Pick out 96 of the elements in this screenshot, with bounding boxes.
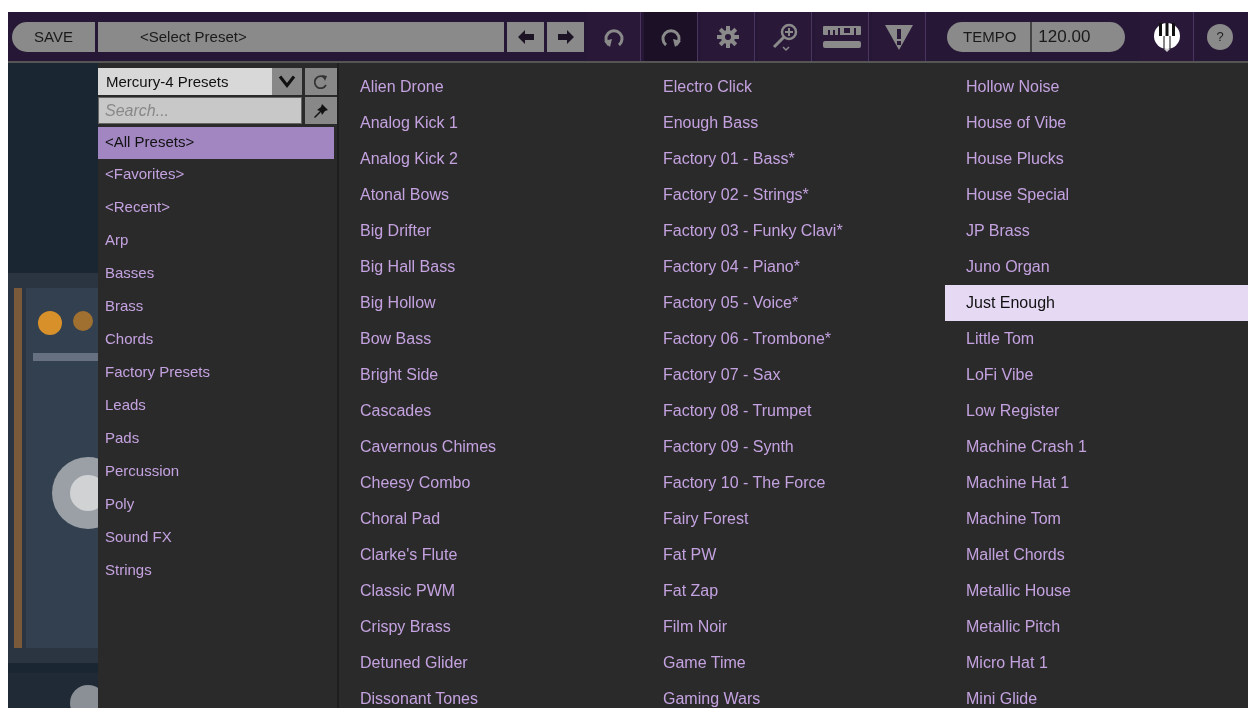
category-item[interactable]: <Recent>	[98, 192, 337, 225]
preset-item[interactable]: Classic PWM	[339, 573, 642, 609]
preset-item[interactable]: Fat Zap	[642, 573, 945, 609]
preset-item[interactable]: Machine Tom	[945, 501, 1248, 537]
category-item[interactable]: <All Presets>	[98, 127, 334, 159]
preset-item[interactable]: Big Hall Bass	[339, 249, 642, 285]
preset-item[interactable]: Just Enough	[945, 285, 1248, 321]
tempo-field[interactable]: 120.00	[1032, 26, 1091, 47]
category-item[interactable]: Leads	[98, 390, 337, 423]
category-item[interactable]: Pads	[98, 423, 337, 456]
preset-item[interactable]: Fairy Forest	[642, 501, 945, 537]
category-item[interactable]: <Favorites>	[98, 159, 337, 192]
preset-item[interactable]: Factory 02 - Strings*	[642, 177, 945, 213]
preset-item[interactable]: Micro Hat 1	[945, 645, 1248, 681]
category-item[interactable]: Factory Presets	[98, 357, 337, 390]
preset-item[interactable]: Factory 05 - Voice*	[642, 285, 945, 321]
settings-icon	[715, 24, 740, 49]
search-field[interactable]: Search...	[98, 97, 302, 124]
preset-item[interactable]: Factory 10 - The Force	[642, 465, 945, 501]
preset-item[interactable]: Alien Drone	[339, 69, 642, 105]
preset-item[interactable]: Mallet Chords	[945, 537, 1248, 573]
preset-item[interactable]: Cascades	[339, 393, 642, 429]
preset-item[interactable]: Mini Glide	[945, 681, 1248, 708]
preset-item[interactable]: Cavernous Chimes	[339, 429, 642, 465]
category-item[interactable]: Brass	[98, 291, 337, 324]
refresh-icon	[314, 73, 328, 90]
preset-item[interactable]: Machine Hat 1	[945, 465, 1248, 501]
preset-item[interactable]: House of Vibe	[945, 105, 1248, 141]
preset-item[interactable]: Factory 01 - Bass*	[642, 141, 945, 177]
preset-item[interactable]: Film Noir	[642, 609, 945, 645]
preset-item[interactable]: Factory 08 - Trumpet	[642, 393, 945, 429]
warning-icon	[883, 22, 914, 51]
preset-item[interactable]: Factory 09 - Synth	[642, 429, 945, 465]
category-item[interactable]: Arp	[98, 225, 337, 258]
category-item[interactable]: Basses	[98, 258, 337, 291]
preset-field[interactable]: <Select Preset>	[98, 21, 504, 52]
preset-item[interactable]: House Plucks	[945, 141, 1248, 177]
preset-item[interactable]: Little Tom	[945, 321, 1248, 357]
category-item[interactable]: Chords	[98, 324, 337, 357]
warning-button[interactable]	[872, 12, 926, 61]
help-button[interactable]: ?	[1207, 23, 1233, 50]
bank-name: Mercury-4 Presets	[105, 73, 229, 90]
previous-button[interactable]	[507, 21, 544, 52]
preset-item[interactable]: Big Hollow	[339, 285, 642, 321]
preset-item[interactable]: House Special	[945, 177, 1248, 213]
category-item[interactable]: Percussion	[98, 456, 337, 489]
midi-button[interactable]	[815, 12, 869, 61]
category-item[interactable]: Poly	[98, 489, 337, 522]
zoom-button[interactable]	[758, 12, 812, 61]
preset-item[interactable]: LoFi Vibe	[945, 357, 1248, 393]
preset-item[interactable]: Hollow Noise	[945, 69, 1248, 105]
preset-item[interactable]: Analog Kick 1	[339, 105, 642, 141]
preset-item[interactable]: Electro Click	[642, 69, 945, 105]
settings-button[interactable]	[701, 12, 755, 61]
preset-item[interactable]: Cheesy Combo	[339, 465, 642, 501]
preset-item[interactable]: Factory 04 - Piano*	[642, 249, 945, 285]
redo-button[interactable]	[644, 12, 698, 61]
preset-item[interactable]: Factory 07 - Sax	[642, 357, 945, 393]
category-item[interactable]: Sound FX	[98, 522, 337, 555]
preset-item[interactable]: Clarke's Flute	[339, 537, 642, 573]
preset-item[interactable]: Analog Kick 2	[339, 141, 642, 177]
preset-item[interactable]: Crispy Brass	[339, 609, 642, 645]
preset-item[interactable]: Atonal Bows	[339, 177, 642, 213]
category-item[interactable]: Strings	[98, 555, 337, 588]
preset-item[interactable]: Gaming Wars	[642, 681, 945, 708]
preset-item[interactable]: Choral Pad	[339, 501, 642, 537]
preset-item[interactable]: Dissonant Tones	[339, 681, 642, 708]
next-button[interactable]	[547, 21, 584, 52]
chevron-down-icon	[272, 68, 302, 95]
arrow-right-icon	[557, 29, 574, 44]
preset-item[interactable]: Game Time	[642, 645, 945, 681]
tempo-label: TEMPO	[947, 21, 1033, 52]
preset-item[interactable]: Big Drifter	[339, 213, 642, 249]
piano-keys-icon	[1151, 20, 1182, 53]
preset-item[interactable]: Bow Bass	[339, 321, 642, 357]
preset-item[interactable]: Enough Bass	[642, 105, 945, 141]
preset-item[interactable]: JP Brass	[945, 213, 1248, 249]
preset-item[interactable]: Factory 06 - Trombone*	[642, 321, 945, 357]
preset-item[interactable]: Metallic Pitch	[945, 609, 1248, 645]
preset-item[interactable]: Low Register	[945, 393, 1248, 429]
preset-item[interactable]: Bright Side	[339, 357, 642, 393]
preset-item[interactable]: Juno Organ	[945, 249, 1248, 285]
preset-item[interactable]: Metallic House	[945, 573, 1248, 609]
undo-button[interactable]	[587, 12, 641, 61]
pin-icon	[313, 102, 329, 119]
pin-button[interactable]	[305, 97, 337, 124]
save-button[interactable]: SAVE	[12, 21, 95, 52]
tempo-control[interactable]: TEMPO 120.00	[947, 21, 1125, 52]
refresh-button[interactable]	[305, 68, 337, 95]
preset-item[interactable]: Detuned Glider	[339, 645, 642, 681]
bank-dropdown[interactable]: Mercury-4 Presets	[98, 68, 302, 95]
preset-item[interactable]: Factory 03 - Funky Clavi*	[642, 213, 945, 249]
keyboard-button[interactable]	[1140, 12, 1194, 61]
preset-item[interactable]: Machine Crash 1	[945, 429, 1248, 465]
preset-item[interactable]: Fat PW	[642, 537, 945, 573]
arrow-left-icon	[517, 29, 534, 44]
